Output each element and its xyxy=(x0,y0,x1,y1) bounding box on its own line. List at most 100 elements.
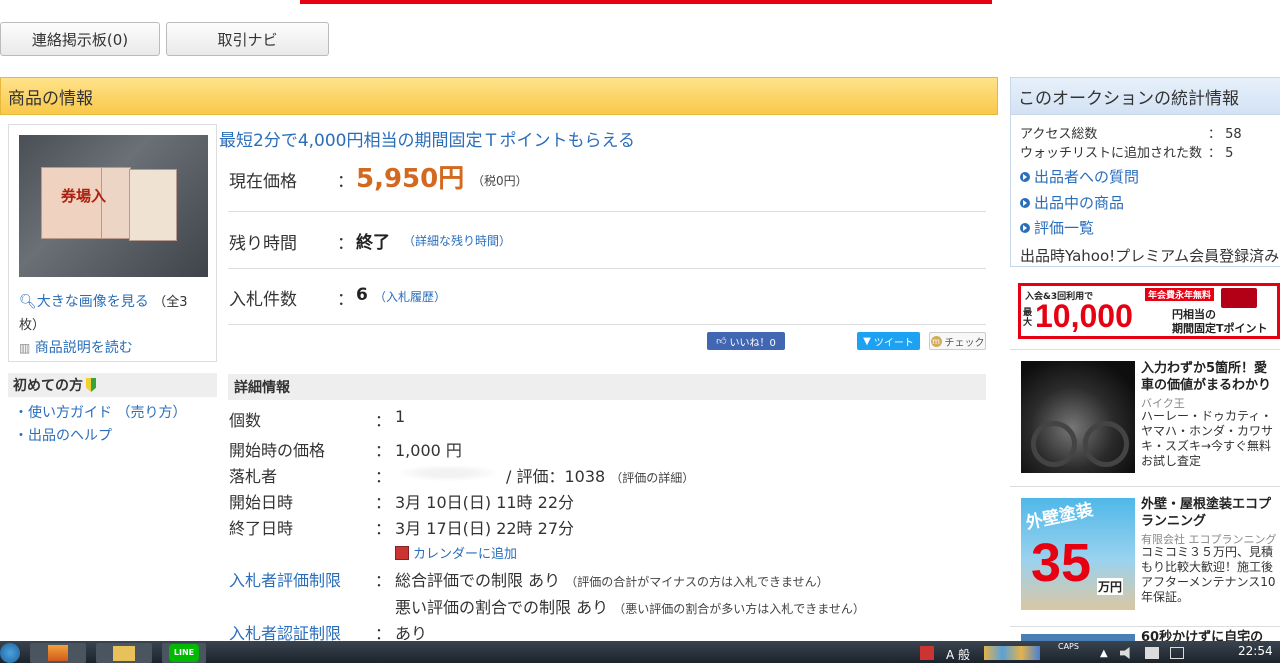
wheel-icon xyxy=(1083,421,1129,467)
taskbar-line[interactable]: LINE xyxy=(162,643,206,663)
start-button[interactable] xyxy=(0,643,20,663)
folder-icon xyxy=(113,646,135,661)
taskbar-browser[interactable] xyxy=(30,643,86,663)
caps-indicator: CAPS xyxy=(1058,642,1079,651)
ad-title[interactable]: 外壁・屋根塗装エコプ xyxy=(1141,496,1271,514)
taskbar-explorer[interactable] xyxy=(96,643,152,663)
panel-title: 商品の情報 xyxy=(8,88,93,109)
tray-icons[interactable] xyxy=(984,646,1040,660)
banner-free-badge: 年会費永年無料 xyxy=(1145,288,1215,301)
quantity-value: 1 xyxy=(395,407,406,426)
bids-colon: ： xyxy=(337,290,354,310)
bid-history-link[interactable]: （入札履歴） xyxy=(374,288,446,305)
arrow-bullet-icon xyxy=(1020,197,1030,208)
banner-amount: 10,000 xyxy=(1035,298,1133,334)
end-date-value: 3月 17日(日) 22時 27分 xyxy=(395,519,575,538)
arrow-bullet-icon xyxy=(1020,222,1030,233)
start-price-label: 開始時の価格 xyxy=(229,441,326,460)
book-icon: ▥ xyxy=(19,341,31,355)
banner-suffix-b: 期間固定Tポイント xyxy=(1172,322,1268,335)
ad-title[interactable]: 入力わずか5箇所！愛 xyxy=(1141,360,1267,378)
bidder-rating-restriction-link[interactable]: 入札者評価制限 xyxy=(229,567,341,591)
beginner-mark-icon xyxy=(86,378,96,392)
tray-app-icon[interactable] xyxy=(920,646,934,660)
ad-image-unit: 万円 xyxy=(1097,578,1124,595)
restriction-bad-ratio: 悪い評価の割合での制限 あり （悪い評価の割合が多い方は入札できません） xyxy=(395,598,865,617)
trade-navi-button[interactable]: 取引ナビ xyxy=(166,22,329,56)
detail-colon: ： xyxy=(375,571,392,590)
start-price-value: 1,000 円 xyxy=(395,441,462,460)
detail-colon: ： xyxy=(375,519,392,538)
ad-house-image[interactable]: 外壁塗装 35 万円 xyxy=(1021,498,1135,610)
divider xyxy=(228,211,986,212)
bids-count: 6 xyxy=(356,285,368,305)
tweet-button[interactable]: ▼ ツイート xyxy=(857,332,920,350)
stats-header: このオークションの統計情報 xyxy=(1010,77,1280,115)
time-detail-link[interactable]: （詳細な残り時間） xyxy=(403,232,511,249)
detail-colon: ： xyxy=(375,493,392,512)
magnifier-icon: 🔍︎ xyxy=(19,294,37,310)
bids-label: 入札件数 xyxy=(229,290,297,310)
mixi-check-button[interactable]: m チェック xyxy=(929,332,986,350)
price-colon: ： xyxy=(337,172,354,192)
twitter-bird-icon: ▼ xyxy=(863,335,871,347)
tray-chevron-icon[interactable]: ▲ xyxy=(1100,648,1108,659)
start-date-label: 開始日時 xyxy=(229,493,294,512)
question-seller-link[interactable]: 出品者への質問 xyxy=(1020,166,1139,187)
arrow-bullet-icon xyxy=(1020,171,1030,182)
listing-help-link[interactable]: ・出品のヘルプ xyxy=(14,425,112,445)
message-board-button[interactable]: 連絡掲示板(0) xyxy=(0,22,160,56)
watch-count-value: ： 5 xyxy=(1208,146,1234,161)
add-calendar-link[interactable]: カレンダーに追加 xyxy=(395,543,517,562)
read-description-link[interactable]: ▥ 商品説明を読む xyxy=(19,337,133,357)
ratings-list-link[interactable]: 評価一覧 xyxy=(1020,217,1094,238)
ticket-right xyxy=(129,169,177,241)
top-red-bar xyxy=(300,0,992,4)
tax-note: （税0円） xyxy=(472,174,528,188)
tpoint-promo-link[interactable]: 最短2分で4,000円相当の期間固定Ｔポイントもらえる xyxy=(219,126,635,151)
keyboard-icon[interactable] xyxy=(1170,647,1184,659)
winner-label: 落札者 xyxy=(229,467,278,486)
ad-text: お試し査定 xyxy=(1141,454,1202,468)
access-count-value: ： 58 xyxy=(1208,127,1242,142)
details-header: 詳細情報 xyxy=(228,374,986,400)
time-left-label: 残り時間 xyxy=(229,234,297,254)
ime-indicator[interactable]: A 般 xyxy=(946,646,970,663)
beginner-header: 初めての方 xyxy=(8,373,217,397)
mixi-icon: m xyxy=(930,335,942,347)
rating-detail-link[interactable]: （評価の詳細） xyxy=(610,471,694,485)
facebook-like-button[interactable]: 👍︎ いいね！0 xyxy=(707,332,785,350)
detail-colon: ： xyxy=(375,441,392,460)
browser-icon xyxy=(48,645,68,661)
winner-name-blurred[interactable] xyxy=(398,465,498,481)
seller-items-link[interactable]: 出品中の商品 xyxy=(1020,192,1124,213)
watch-count-label: ウォッチリストに追加された数 xyxy=(1020,146,1203,161)
divider xyxy=(228,324,986,325)
network-icon[interactable] xyxy=(1145,647,1159,659)
end-date-label: 終了日時 xyxy=(229,519,294,538)
access-count-label: アクセス総数 xyxy=(1020,127,1098,142)
ad-third-image[interactable] xyxy=(1021,634,1135,641)
restriction-total: 総合評価での制限 あり （評価の合計がマイナスの方は入札できません） xyxy=(395,571,829,590)
line-app-icon: LINE xyxy=(169,644,199,662)
view-large-link[interactable]: 🔍︎大きな画像を見る （全3 xyxy=(19,291,188,311)
ad-title[interactable]: ランニング xyxy=(1141,513,1206,531)
ad-text: 年保証。 xyxy=(1141,590,1190,604)
ad-text: アフターメンテナンス10 xyxy=(1141,575,1276,589)
yahoo-card-banner[interactable]: 入会&3回利用で 年会費永年無料 最大 10,000 円相当の 期間固定Tポイン… xyxy=(1018,283,1280,339)
time-colon: ： xyxy=(337,234,354,254)
calendar-icon xyxy=(395,545,409,560)
ad-motorcycle-image[interactable] xyxy=(1021,361,1135,473)
item-thumbnail[interactable]: 券場入 xyxy=(19,135,208,277)
usage-guide-link[interactable]: ・使い方ガイド （売り方） xyxy=(14,402,186,422)
time-left-value: 終了 xyxy=(356,233,390,253)
ad-text: ハーレー・ドゥカティ・ xyxy=(1141,409,1273,423)
ad-text: もり比較大歓迎！施工後 xyxy=(1141,560,1274,574)
thumbs-up-icon: 👍︎ xyxy=(716,336,727,347)
banner-prefix: 最大 xyxy=(1023,308,1033,328)
start-date-value: 3月 10日(日) 11時 22分 xyxy=(395,493,575,512)
ad-title[interactable]: 車の価値がまるわかり xyxy=(1141,377,1271,395)
clock[interactable]: 22:54 xyxy=(1238,644,1273,658)
image-count-note: 枚） xyxy=(19,318,46,333)
price-label: 現在価格 xyxy=(229,172,297,192)
